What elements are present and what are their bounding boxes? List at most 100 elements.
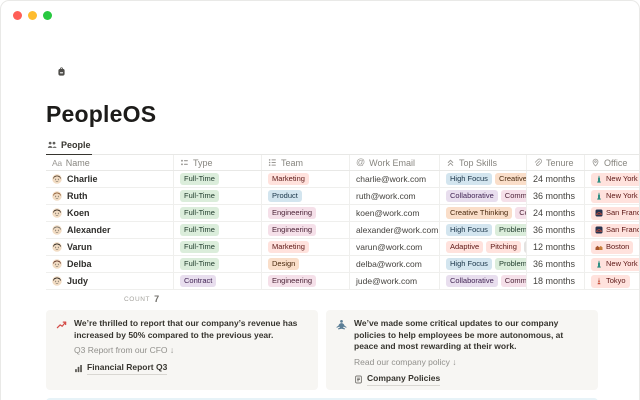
skills-cell[interactable]: AdaptivePitchingContrarian [440,239,527,255]
tenure-cell[interactable]: 36 months [527,188,585,204]
office-tag: New York [591,173,640,186]
type-cell[interactable]: Full-Time [174,222,262,238]
office-cell[interactable]: New York [585,188,640,204]
select-icon [180,158,189,167]
avatar [52,242,62,252]
office-cell[interactable]: San Francisco [585,222,640,238]
team-cell[interactable]: Engineering [262,273,350,289]
column-header-work-email[interactable]: @Work Email [350,155,440,170]
tag-label: High Focus [450,260,488,268]
type-cell[interactable]: Full-Time [174,239,262,255]
people-icon [47,140,57,150]
tag: Full-Time [180,258,219,271]
tenure-cell[interactable]: 36 months [527,256,585,272]
policy-callout-text: We’ve made some critical updates to our … [354,318,588,353]
office-tag: New York [591,258,640,271]
tag: Contract [180,275,216,288]
name-cell[interactable]: Alexander [46,222,174,238]
name-cell[interactable]: Delba [46,256,174,272]
type-cell[interactable]: Full-Time [174,256,262,272]
person-meditating-icon [336,319,347,330]
count-label: COUNT [124,296,150,303]
people-table: AaNameTypeTeam@Work Email Top Skills Tenur… [46,155,640,290]
team-cell[interactable]: Product [262,188,350,204]
team-cell[interactable]: Marketing [262,171,350,187]
name-cell[interactable]: Koen [46,205,174,221]
skills-cell[interactable]: Creative ThinkingCommunication [440,205,527,221]
tag-label: New York [606,260,638,268]
name-text: Ruth [67,191,88,201]
bridge-icon [595,226,603,234]
count-row[interactable]: COUNT 7 [124,293,639,305]
skills-cell[interactable]: High FocusProblem Solving [440,256,527,272]
email-cell[interactable]: alexander@work.com [350,222,440,238]
column-label: Top Skills [459,158,497,168]
type-cell[interactable]: Full-Time [174,205,262,221]
email-cell[interactable]: jude@work.com [350,273,440,289]
type-cell[interactable]: Full-Time [174,171,262,187]
column-header-team[interactable]: Team [262,155,350,170]
column-header-top-skills[interactable]: Top Skills [440,155,527,170]
tag: High Focus [446,173,492,186]
email-cell[interactable]: charlie@work.com [350,171,440,187]
close-window-button[interactable] [13,11,22,20]
column-header-office[interactable]: Office [585,155,640,170]
tag-label: Tokyo [606,277,626,285]
tag-label: Design [272,260,295,268]
tag: Marketing [268,173,309,186]
zoom-window-button[interactable] [43,11,52,20]
tag-label: Pitching [490,243,517,251]
skills-cell[interactable]: High FocusProblem Solving [440,222,527,238]
team-cell[interactable]: Engineering [262,222,350,238]
tenure-cell[interactable]: 36 months [527,222,585,238]
office-cell[interactable]: New York [585,171,640,187]
avatar [52,208,62,218]
office-cell[interactable]: New York [585,256,640,272]
tag-label: San Francisco [606,209,640,217]
tenure-cell[interactable]: 12 months [527,239,585,255]
office-cell[interactable]: Boston [585,239,640,255]
callouts-row: We’re thrilled to report that our compan… [46,310,598,390]
name-cell[interactable]: Judy [46,273,174,289]
tab-people[interactable]: People [46,138,92,155]
column-header-name[interactable]: AaName [46,155,174,170]
email-cell[interactable]: koen@work.com [350,205,440,221]
financial-report-link[interactable]: Financial Report Q3 [74,362,308,375]
column-header-tenure[interactable]: Tenure [527,155,585,170]
skills-cell[interactable]: CollaborativeCommunication [440,273,527,289]
skills-cell[interactable]: High FocusCreative Thinking [440,171,527,187]
name-cell[interactable]: Charlie [46,171,174,187]
tag-label: Full-Time [184,243,215,251]
tag-label: Product [272,192,298,200]
column-header-type[interactable]: Type [174,155,262,170]
team-cell[interactable]: Engineering [262,205,350,221]
type-cell[interactable]: Full-Time [174,188,262,204]
team-cell[interactable]: Marketing [262,239,350,255]
type-cell[interactable]: Contract [174,273,262,289]
tag: Engineering [268,224,316,237]
tenure-cell[interactable]: 18 months [527,273,585,289]
email-cell[interactable]: varun@work.com [350,239,440,255]
count-value: 7 [154,294,159,304]
name-cell[interactable]: Varun [46,239,174,255]
backpack-icon[interactable] [46,54,76,88]
office-cell[interactable]: Tokyo [585,273,640,289]
tag-label: Communication [505,277,527,285]
peopleos-page: { "window": { "traffic_lights": { "close… [0,0,640,400]
tag: Communication [501,190,527,203]
team-cell[interactable]: Design [262,256,350,272]
name-text: Delba [67,259,92,269]
tag-label: Problem Solving [499,226,527,234]
skills-cell[interactable]: CollaborativeCommunication [440,188,527,204]
tag: Engineering [268,207,316,220]
minimize-window-button[interactable] [28,11,37,20]
email-cell[interactable]: delba@work.com [350,256,440,272]
bar-chart-icon [74,364,83,373]
company-policies-link[interactable]: Company Policies [354,373,588,386]
name-cell[interactable]: Ruth [46,188,174,204]
tenure-cell[interactable]: 24 months [527,171,585,187]
office-cell[interactable]: San Francisco [585,205,640,221]
email-cell[interactable]: ruth@work.com [350,188,440,204]
tenure-cell[interactable]: 24 months [527,205,585,221]
page-content: PeopleOS People AaNameTypeTeam@Work Emai… [1,1,639,400]
